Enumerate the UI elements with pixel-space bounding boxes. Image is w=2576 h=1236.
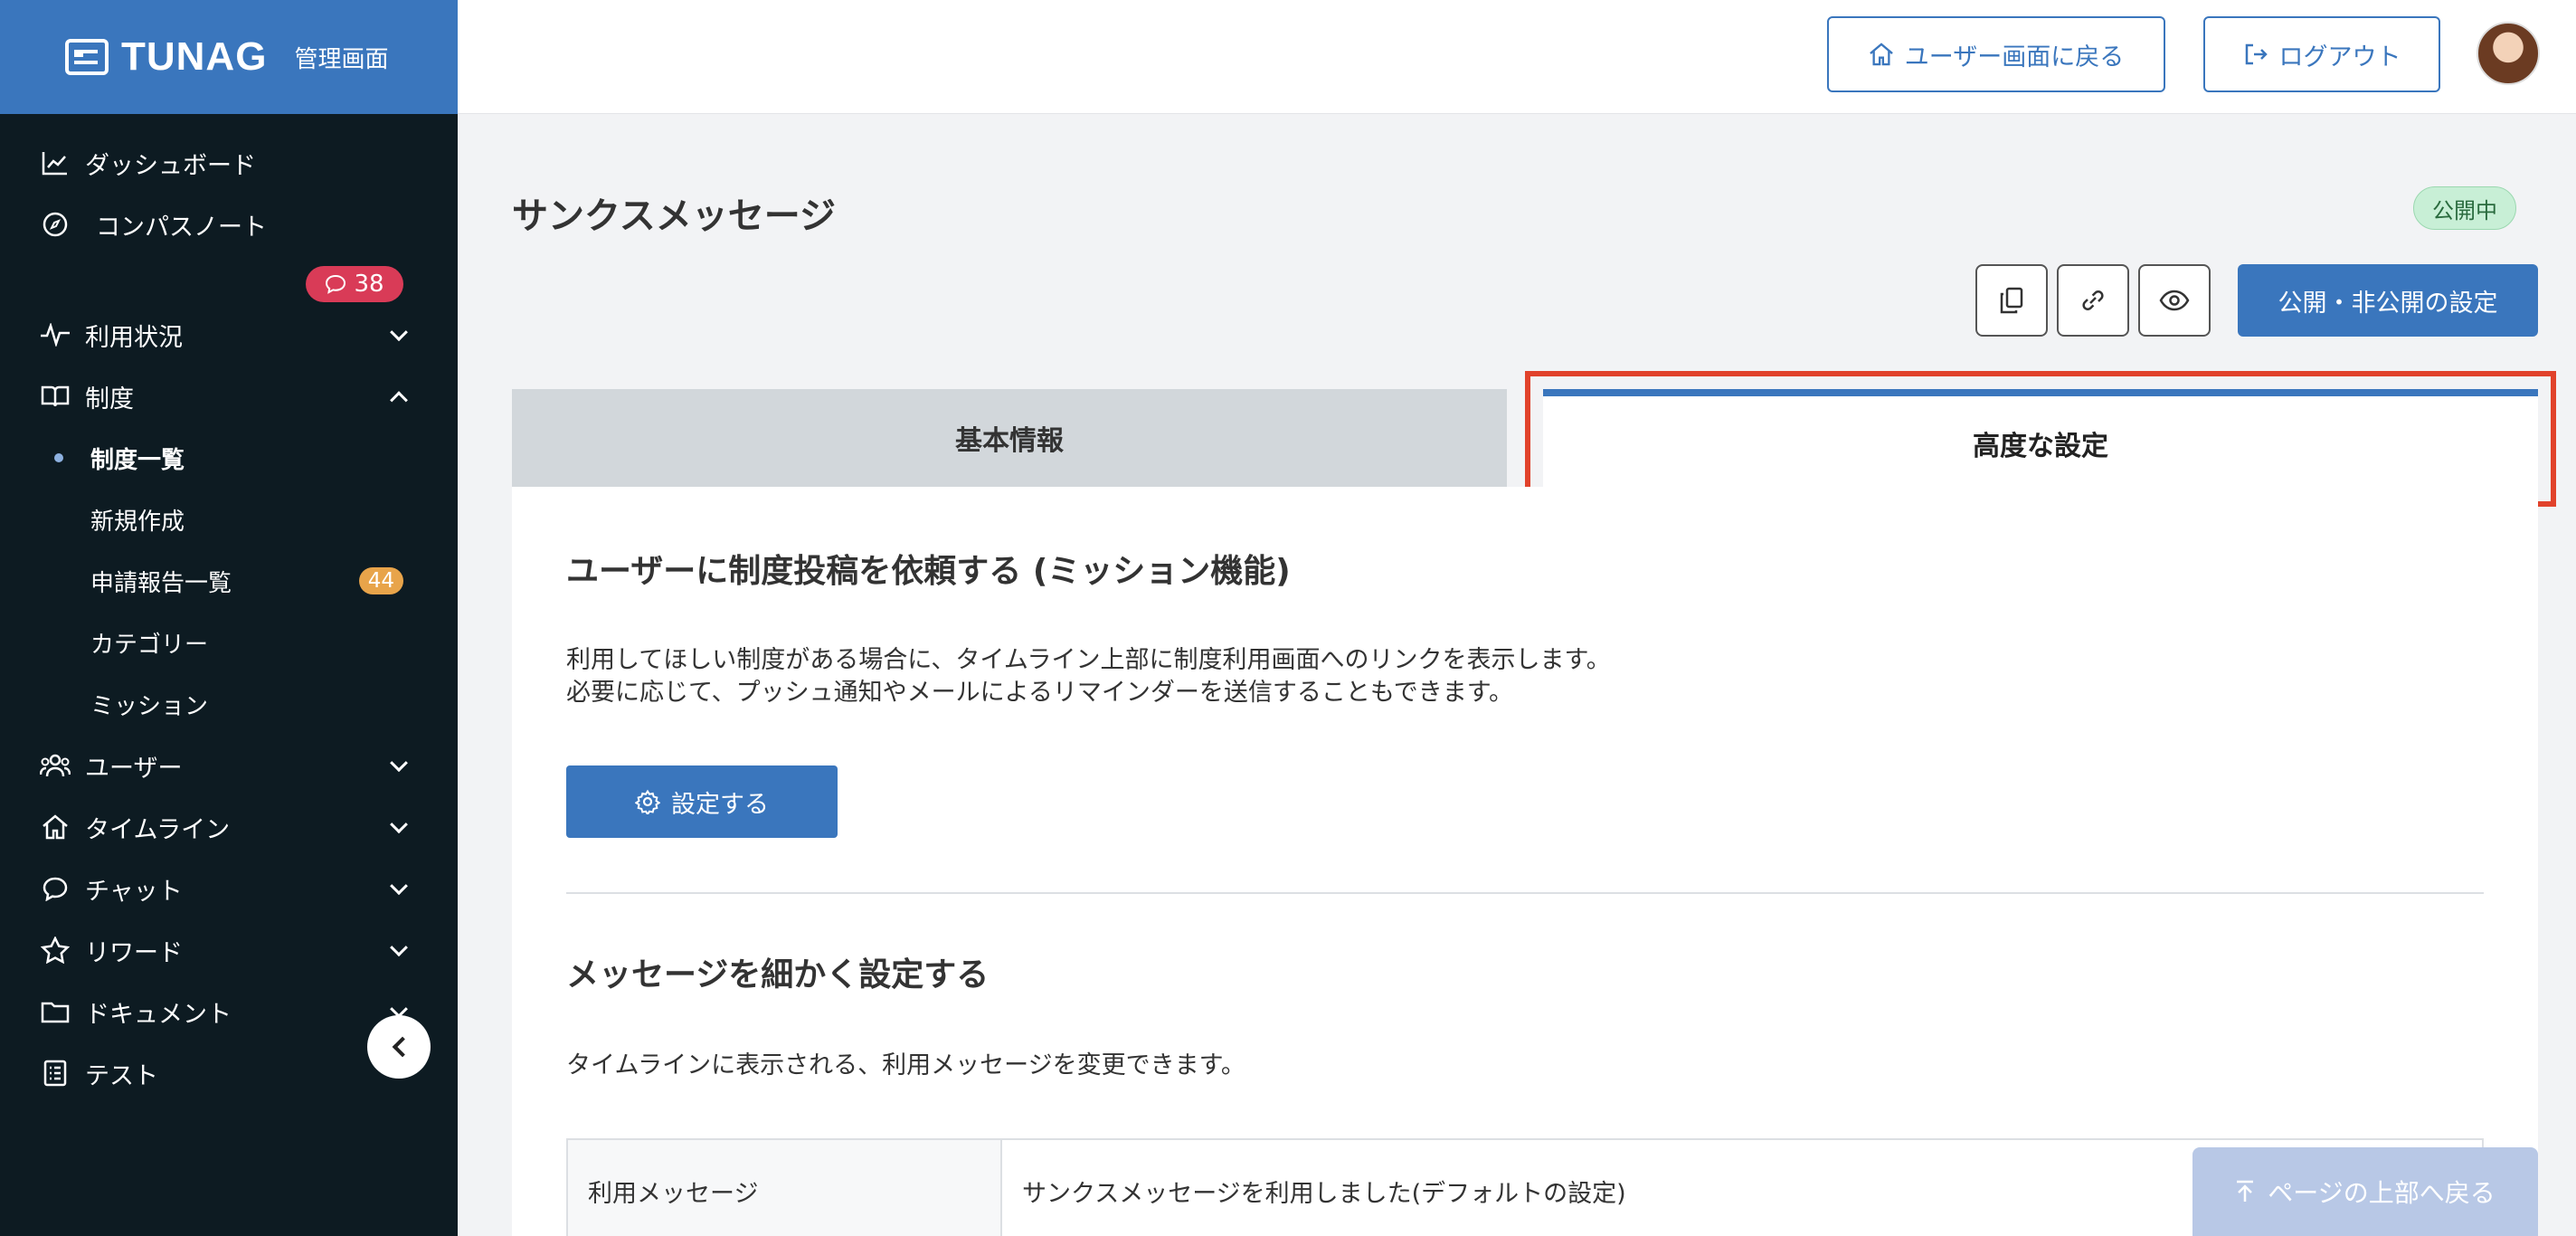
sidebar-item-label: タイムライン xyxy=(85,815,231,844)
sidebar-item-label: ドキュメント xyxy=(85,1000,232,1029)
home-icon xyxy=(1869,43,1893,66)
sidebar-item-chat[interactable]: チャット xyxy=(0,858,458,919)
sidebar-item-compass-note[interactable]: コンパスノート xyxy=(0,194,458,255)
back-to-top-label: ページの上部へ戻る xyxy=(2268,1178,2496,1208)
gear-icon xyxy=(635,789,660,814)
message-heading: メッセージを細かく設定する xyxy=(566,956,990,994)
sidebar-subitem-system-list[interactable]: 制度一覧 xyxy=(0,427,458,489)
top-header: ユーザー画面に戻る ログアウト xyxy=(458,0,2576,114)
chat-icon xyxy=(40,873,71,904)
sidebar-item-users[interactable]: ユーザー xyxy=(0,735,458,796)
eye-icon xyxy=(2159,290,2190,311)
page-title: サンクスメッセージ xyxy=(512,195,836,237)
sidebar-item-system[interactable]: 制度 xyxy=(0,366,458,427)
sidebar-item-label: 利用状況 xyxy=(85,323,183,352)
sidebar-collapse-button[interactable] xyxy=(367,1015,431,1079)
brand-subtitle: 管理画面 xyxy=(294,45,389,73)
mission-settings-button[interactable]: 設定する xyxy=(566,765,838,838)
mission-heading: ユーザーに制度投稿を依頼する (ミッション機能) xyxy=(566,553,1291,590)
sidebar-subitem-category[interactable]: カテゴリー xyxy=(0,612,458,673)
compass-icon xyxy=(40,209,71,240)
logout-button[interactable]: ログアウト xyxy=(2203,16,2440,92)
users-icon xyxy=(40,750,71,781)
chat-bubble-icon xyxy=(326,274,346,294)
chevron-left-icon xyxy=(392,1036,413,1058)
avatar[interactable] xyxy=(2477,22,2540,85)
sidebar: TUNAG 管理画面 ダッシュボード コンパスノート 利用状況 制度 制度一覧 … xyxy=(0,0,458,1236)
chat-badge-count: 38 xyxy=(354,271,384,298)
mission-description-1: 利用してほしい制度がある場合に、タイムライン上部に制度利用画面へのリンクを表示し… xyxy=(566,646,1611,674)
chart-line-icon xyxy=(40,147,71,178)
settings-panel: ユーザーに制度投稿を依頼する (ミッション機能) 利用してほしい制度がある場合に… xyxy=(512,487,2538,1236)
sidebar-nav: ダッシュボード コンパスノート 利用状況 制度 制度一覧 新規作成 申請報告一覧 xyxy=(0,114,458,1104)
logout-label: ログアウト xyxy=(2278,43,2401,71)
star-icon xyxy=(40,935,71,965)
sidebar-item-label: 制度 xyxy=(85,385,134,414)
logo-mark-icon xyxy=(65,39,109,75)
mission-settings-label: 設定する xyxy=(671,790,769,819)
sidebar-item-usage[interactable]: 利用状況 xyxy=(0,304,458,366)
link-icon xyxy=(2082,290,2104,310)
sidebar-item-label: ユーザー xyxy=(85,754,183,783)
table-row-key: 利用メッセージ xyxy=(568,1140,1002,1236)
back-to-top-button[interactable]: ページの上部へ戻る xyxy=(2192,1147,2538,1236)
tunag-logo: TUNAG xyxy=(65,34,267,80)
count-badge: 44 xyxy=(358,567,403,594)
sidebar-item-label: チャット xyxy=(85,877,183,906)
brand-header[interactable]: TUNAG 管理画面 xyxy=(0,0,458,114)
sidebar-subitem-applications[interactable]: 申請報告一覧 44 xyxy=(0,550,458,612)
chevron-down-icon xyxy=(390,754,408,773)
sidebar-subitem-new[interactable]: 新規作成 xyxy=(0,489,458,550)
status-badge: 公開中 xyxy=(2413,186,2516,230)
chevron-down-icon xyxy=(390,323,408,342)
home-icon xyxy=(40,812,71,842)
sidebar-subitem-mission[interactable]: ミッション xyxy=(0,673,458,735)
sidebar-subitem-label: 新規作成 xyxy=(90,508,185,536)
checklist-icon xyxy=(40,1058,71,1089)
section-divider xyxy=(566,892,2484,894)
copy-button[interactable] xyxy=(1975,264,2048,337)
brand-name: TUNAG xyxy=(121,34,268,79)
preview-button[interactable] xyxy=(2138,264,2211,337)
chevron-down-icon xyxy=(390,938,408,957)
copy-icon xyxy=(2000,287,2023,314)
sidebar-item-label: ダッシュボード xyxy=(85,151,256,180)
sidebar-subitem-label: ミッション xyxy=(90,692,209,720)
mission-description-2: 必要に応じて、プッシュ通知やメールによるリマインダーを送信することもできます。 xyxy=(566,679,1514,707)
message-description: タイムラインに表示される、利用メッセージを変更できます。 xyxy=(566,1051,1245,1079)
link-button[interactable] xyxy=(2057,264,2129,337)
sidebar-item-dashboard[interactable]: ダッシュボード xyxy=(0,132,458,194)
chevron-down-icon xyxy=(390,877,408,896)
chat-count-badge[interactable]: 38 xyxy=(306,266,403,302)
arrow-up-icon xyxy=(2237,1180,2254,1202)
sidebar-item-reward[interactable]: リワード xyxy=(0,919,458,981)
chevron-down-icon xyxy=(390,815,408,834)
sidebar-item-timeline[interactable]: タイムライン xyxy=(0,796,458,858)
sidebar-item-label: リワード xyxy=(85,938,183,967)
tab-basic-info[interactable]: 基本情報 xyxy=(512,389,1507,487)
folder-icon xyxy=(40,996,71,1027)
publish-settings-button[interactable]: 公開・非公開の設定 xyxy=(2238,264,2538,337)
sidebar-subitem-label: カテゴリー xyxy=(90,631,209,659)
chevron-up-icon xyxy=(390,391,408,410)
pulse-icon xyxy=(40,319,71,350)
back-to-user-screen-label: ユーザー画面に戻る xyxy=(1904,43,2125,71)
sidebar-item-label: コンパスノート xyxy=(96,213,267,242)
book-icon xyxy=(40,381,71,412)
sidebar-subitem-label: 制度一覧 xyxy=(90,446,185,474)
sidebar-item-label: テスト xyxy=(85,1061,158,1090)
logout-icon xyxy=(2245,43,2268,65)
back-to-user-screen-button[interactable]: ユーザー画面に戻る xyxy=(1827,16,2165,92)
sidebar-subitem-label: 申請報告一覧 xyxy=(90,569,232,597)
